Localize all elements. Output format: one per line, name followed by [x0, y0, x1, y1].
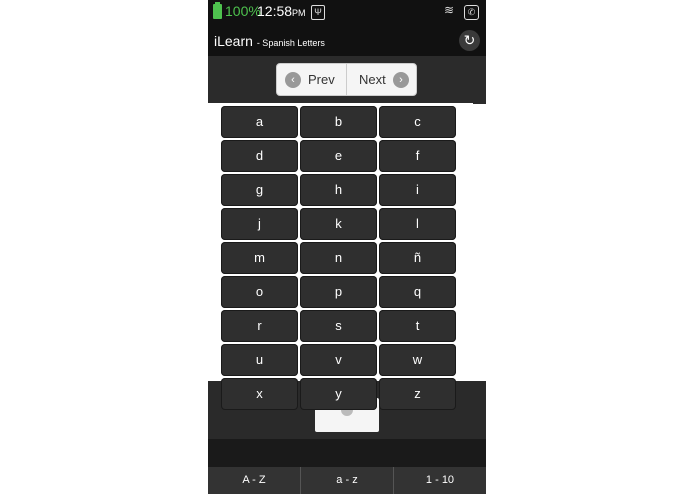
letter-key[interactable]: e	[300, 140, 377, 172]
letter-key[interactable]: t	[379, 310, 456, 342]
status-bar: 100% 12:58PM Ψ ≋ ✆	[208, 0, 486, 24]
title-bar: iLearn - Spanish Letters ↻	[208, 24, 486, 56]
letter-key[interactable]: c	[379, 106, 456, 138]
letter-key[interactable]: q	[379, 276, 456, 308]
battery-percent: 100%	[225, 3, 261, 19]
signal-icon: ✆	[464, 5, 479, 20]
letter-key[interactable]: ñ	[379, 242, 456, 274]
letter-key[interactable]: z	[379, 378, 456, 410]
letter-key[interactable]: k	[300, 208, 377, 240]
letter-key[interactable]: w	[379, 344, 456, 376]
clock-ampm: PM	[292, 8, 306, 18]
letter-key[interactable]: m	[221, 242, 298, 274]
letter-key[interactable]: g	[221, 174, 298, 206]
letter-key[interactable]: h	[300, 174, 377, 206]
letter-key[interactable]: x	[221, 378, 298, 410]
chevron-left-icon: ‹	[285, 72, 301, 88]
tab-uppercase[interactable]: A - Z	[208, 467, 301, 494]
app-title: iLearn - Spanish Letters	[214, 33, 325, 49]
usb-icon: Ψ	[311, 5, 325, 20]
battery-icon	[213, 2, 222, 19]
letter-key[interactable]: y	[300, 378, 377, 410]
letter-key[interactable]: p	[300, 276, 377, 308]
prev-label: Prev	[308, 72, 335, 87]
phone-screen: 100% 12:58PM Ψ ≋ ✆ iLearn - Spanish Lett…	[208, 0, 486, 494]
footer-strip	[208, 439, 486, 467]
app-name: iLearn	[214, 33, 253, 49]
prev-button[interactable]: ‹ Prev	[277, 64, 347, 95]
nav-area: ‹ Prev Next ›	[208, 56, 486, 104]
tab-numbers[interactable]: 1 - 10	[394, 467, 486, 494]
refresh-button[interactable]: ↻	[459, 30, 480, 51]
chevron-right-icon: ›	[393, 72, 409, 88]
tab-lowercase[interactable]: a - z	[301, 467, 394, 494]
clock: 12:58PM	[257, 3, 306, 19]
letter-key[interactable]: u	[221, 344, 298, 376]
letter-key[interactable]: o	[221, 276, 298, 308]
letter-key[interactable]: b	[300, 106, 377, 138]
app-subtitle: - Spanish Letters	[256, 38, 325, 48]
letter-key[interactable]: n	[300, 242, 377, 274]
letter-key[interactable]: v	[300, 344, 377, 376]
wifi-icon: ≋	[444, 3, 455, 17]
letter-key[interactable]: d	[221, 140, 298, 172]
letter-key[interactable]: j	[221, 208, 298, 240]
letter-key[interactable]: l	[379, 208, 456, 240]
next-label: Next	[359, 72, 386, 87]
letter-grid: abc def ghi jkl mnñ opq rst uvw xyz	[221, 106, 459, 412]
refresh-icon: ↻	[463, 32, 476, 48]
letter-key[interactable]: r	[221, 310, 298, 342]
letter-key[interactable]: i	[379, 174, 456, 206]
tab-bar: A - Z a - z 1 - 10	[208, 467, 486, 494]
next-button[interactable]: Next ›	[347, 64, 416, 95]
letter-key[interactable]: s	[300, 310, 377, 342]
letter-key[interactable]: f	[379, 140, 456, 172]
letter-key[interactable]: a	[221, 106, 298, 138]
prev-next-group: ‹ Prev Next ›	[276, 63, 417, 96]
clock-time: 12:58	[257, 3, 293, 19]
